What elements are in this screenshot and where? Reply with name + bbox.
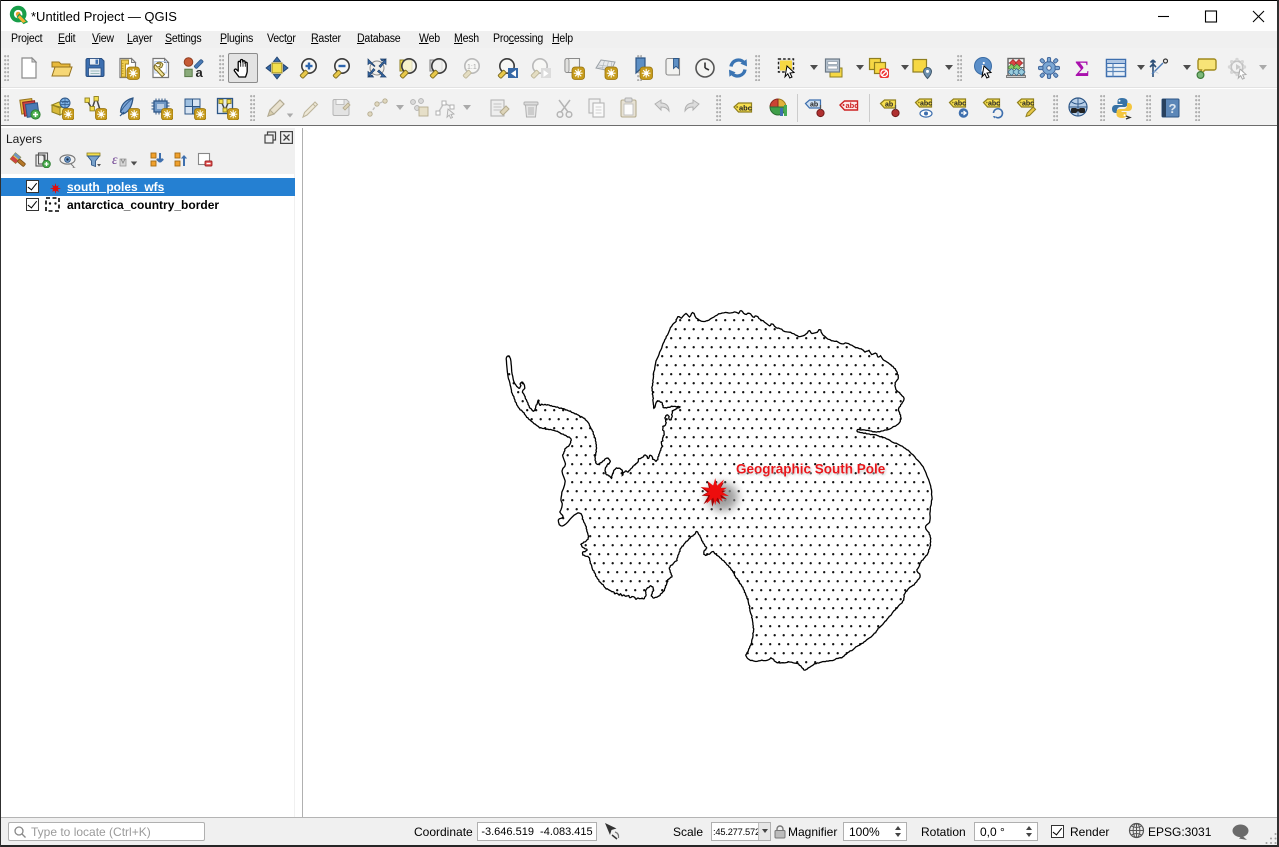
svg-text:?: ? (1169, 101, 1177, 116)
svg-text:ab: ab (885, 101, 893, 108)
svg-text:abc: abc (1022, 100, 1034, 107)
svg-text:ab: ab (810, 101, 818, 108)
svg-text:1:1: 1:1 (467, 64, 477, 71)
svg-text:abc: abc (954, 100, 966, 107)
svg-text:abc: abc (739, 103, 752, 112)
svg-text:abc: abc (988, 100, 1000, 107)
svg-text:abc: abc (920, 100, 932, 107)
svg-text:ε: ε (112, 153, 118, 168)
svg-text:abc: abc (846, 101, 859, 110)
svg-text:Geographic South Pole: Geographic South Pole (736, 462, 886, 477)
svg-text:Σ: Σ (1075, 56, 1089, 80)
svg-text:a: a (196, 65, 204, 80)
